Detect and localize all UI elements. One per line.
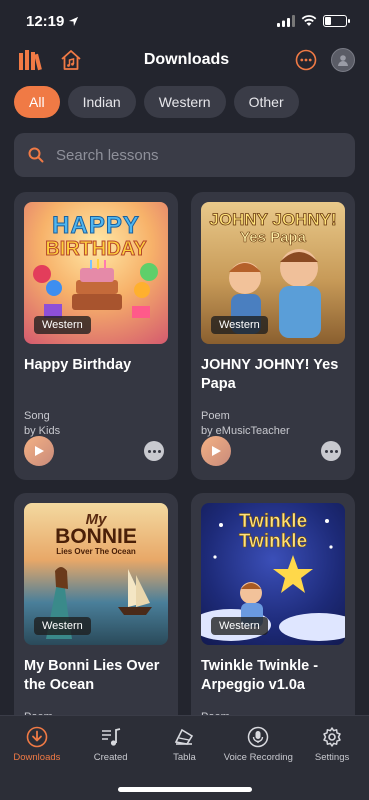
lesson-artwork: HAPPY BIRTHDAY Western [24, 202, 168, 344]
status-time: 12:19 [26, 13, 79, 30]
microphone-icon [248, 726, 269, 748]
search-bar [14, 133, 355, 177]
search-icon [28, 147, 44, 163]
status-icons [277, 15, 350, 27]
tab-label: Settings [314, 752, 350, 763]
home-music-icon[interactable] [60, 49, 82, 71]
tab-label: Downloads [13, 752, 61, 763]
lesson-type: Song [24, 410, 50, 422]
music-note-icon [101, 728, 120, 746]
signal-icon [277, 15, 295, 27]
tabla-icon [175, 728, 194, 745]
tab-bar: Downloads Created Tabla Voice Recording … [0, 715, 369, 800]
filter-chips: All Indian Western Other [0, 86, 369, 118]
play-button[interactable] [24, 436, 54, 466]
tab-label: Voice Recording [223, 752, 293, 763]
card-more-button[interactable] [321, 441, 341, 461]
play-icon [35, 446, 44, 456]
lessons-grid: HAPPY BIRTHDAY Western Happy Birthday So… [0, 192, 369, 781]
lesson-card[interactable]: HAPPY BIRTHDAY Western Happy Birthday So… [14, 192, 178, 480]
play-icon [212, 446, 221, 456]
tab-downloads[interactable]: Downloads [2, 726, 72, 800]
category-tag: Western [211, 316, 268, 334]
avatar[interactable] [331, 48, 355, 72]
page-title: Downloads [143, 51, 230, 68]
clock-text: 12:19 [26, 12, 65, 30]
filter-chip-other[interactable]: Other [233, 86, 299, 118]
tab-settings[interactable]: Settings [297, 726, 367, 800]
category-tag: Western [34, 316, 91, 334]
filter-chip-western[interactable]: Western [143, 86, 226, 118]
lesson-artwork: JOHNY JOHNY! Yes Papa Western [201, 202, 345, 344]
play-button[interactable] [201, 436, 231, 466]
location-arrow-icon [69, 16, 79, 26]
download-icon [26, 726, 48, 748]
battery-icon [323, 15, 350, 27]
home-indicator[interactable] [117, 787, 252, 792]
lesson-card[interactable]: JOHNY JOHNY! Yes Papa Western JOHNY JOHN… [191, 192, 355, 480]
lesson-artwork: Twinkle Twinkle Western [201, 503, 345, 645]
tab-label: Tabla [173, 752, 196, 763]
category-tag: Western [34, 617, 91, 635]
filter-chip-all[interactable]: All [14, 86, 60, 118]
gear-icon [323, 727, 341, 747]
header: Downloads [0, 42, 369, 78]
search-input[interactable] [56, 146, 341, 164]
card-more-button[interactable] [144, 441, 164, 461]
lesson-title: JOHNY JOHNY! Yes Papa [201, 357, 339, 392]
lesson-title: Twinkle Twinkle - Arpeggio v1.0a [201, 658, 319, 693]
wifi-icon [301, 15, 317, 26]
tab-label: Created [93, 752, 128, 763]
filter-chip-indian[interactable]: Indian [67, 86, 136, 118]
more-options-icon[interactable] [295, 49, 317, 71]
lesson-title: Happy Birthday [24, 357, 132, 373]
status-bar: 12:19 [0, 0, 369, 42]
lesson-type: Poem [201, 410, 230, 422]
category-tag: Western [211, 617, 268, 635]
user-icon [338, 55, 348, 66]
battery-level [325, 17, 331, 25]
library-icon[interactable] [18, 49, 42, 71]
lesson-title: My Bonni Lies Over the Ocean [24, 658, 160, 693]
lesson-artwork: My BONNIE Lies Over The Ocean Western [24, 503, 168, 645]
